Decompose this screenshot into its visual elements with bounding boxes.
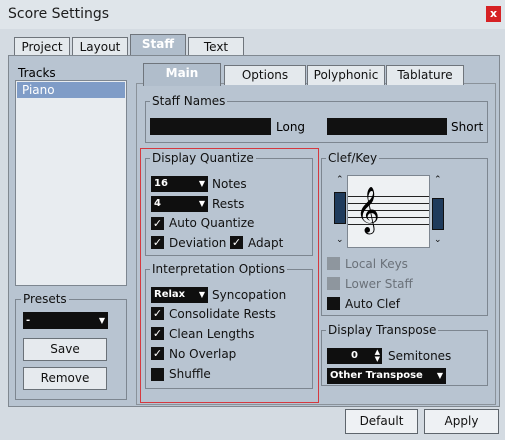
semitones-value: 0 — [351, 350, 358, 361]
transpose-value: Other Transpose — [330, 370, 423, 381]
tab-polyphonic[interactable]: Polyphonic — [307, 65, 385, 85]
semitones-label: Semitones — [388, 349, 452, 363]
presets-label: Presets — [21, 292, 69, 306]
clef-preview: 𝄞 — [347, 175, 430, 248]
window-title: Score Settings — [8, 6, 110, 22]
spin-arrows-icon[interactable]: ▲ ▼ — [375, 349, 380, 363]
local-keys-label: Local Keys — [345, 257, 408, 271]
long-label: Long — [276, 120, 306, 134]
tab-text[interactable]: Text — [188, 37, 244, 57]
lower-staff-label: Lower Staff — [345, 277, 413, 291]
chevron-down-icon: ▼ — [98, 316, 105, 325]
semitones-spinbox[interactable]: 0 ▲ ▼ — [327, 348, 382, 364]
close-button[interactable]: x — [486, 6, 501, 22]
transpose-select[interactable]: Other Transpose ▼ — [327, 368, 446, 384]
tab-main[interactable]: Main — [143, 63, 221, 86]
tracks-label: Tracks — [18, 66, 56, 80]
lower-staff-checkbox[interactable] — [327, 277, 340, 290]
scroll-thumb[interactable] — [432, 198, 444, 230]
clef-right-scroll[interactable]: ⌃ ⌄ — [431, 175, 445, 248]
save-button[interactable]: Save — [23, 338, 107, 361]
default-button[interactable]: Default — [345, 409, 418, 434]
auto-clef-checkbox[interactable] — [327, 297, 340, 310]
tab-layout[interactable]: Layout — [72, 37, 128, 57]
tab-staff[interactable]: Staff — [130, 34, 186, 57]
scroll-thumb[interactable] — [334, 192, 346, 224]
chevron-up-icon[interactable]: ⌃ — [434, 175, 442, 185]
short-label: Short — [451, 120, 484, 134]
chevron-down-icon[interactable]: ⌄ — [434, 235, 442, 245]
chevron-down-icon: ▼ — [436, 371, 443, 380]
remove-button[interactable]: Remove — [23, 367, 107, 390]
short-name-field[interactable] — [327, 118, 447, 135]
track-item-piano[interactable]: Piano — [17, 82, 125, 98]
tab-options[interactable]: Options — [224, 65, 306, 85]
long-name-field[interactable] — [150, 118, 271, 135]
treble-clef-icon: 𝄞 — [356, 187, 380, 233]
apply-button[interactable]: Apply — [424, 409, 499, 434]
clef-key-label: Clef/Key — [326, 151, 380, 165]
highlight-box — [140, 148, 319, 403]
title-bar: Score Settings x — [0, 0, 505, 29]
clef-left-scroll[interactable]: ⌃ ⌄ — [333, 175, 347, 248]
tab-tablature[interactable]: Tablature — [386, 65, 464, 85]
local-keys-checkbox[interactable] — [327, 257, 340, 270]
presets-select[interactable]: - ▼ — [23, 312, 108, 329]
presets-value: - — [26, 315, 31, 326]
chevron-down-icon[interactable]: ⌄ — [336, 235, 344, 245]
staff-names-label: Staff Names — [150, 94, 228, 108]
tracks-list[interactable]: Piano — [15, 80, 127, 286]
display-transpose-label: Display Transpose — [326, 323, 439, 337]
chevron-up-icon[interactable]: ⌃ — [336, 175, 344, 185]
tab-project[interactable]: Project — [14, 37, 70, 57]
auto-clef-label: Auto Clef — [345, 297, 400, 311]
